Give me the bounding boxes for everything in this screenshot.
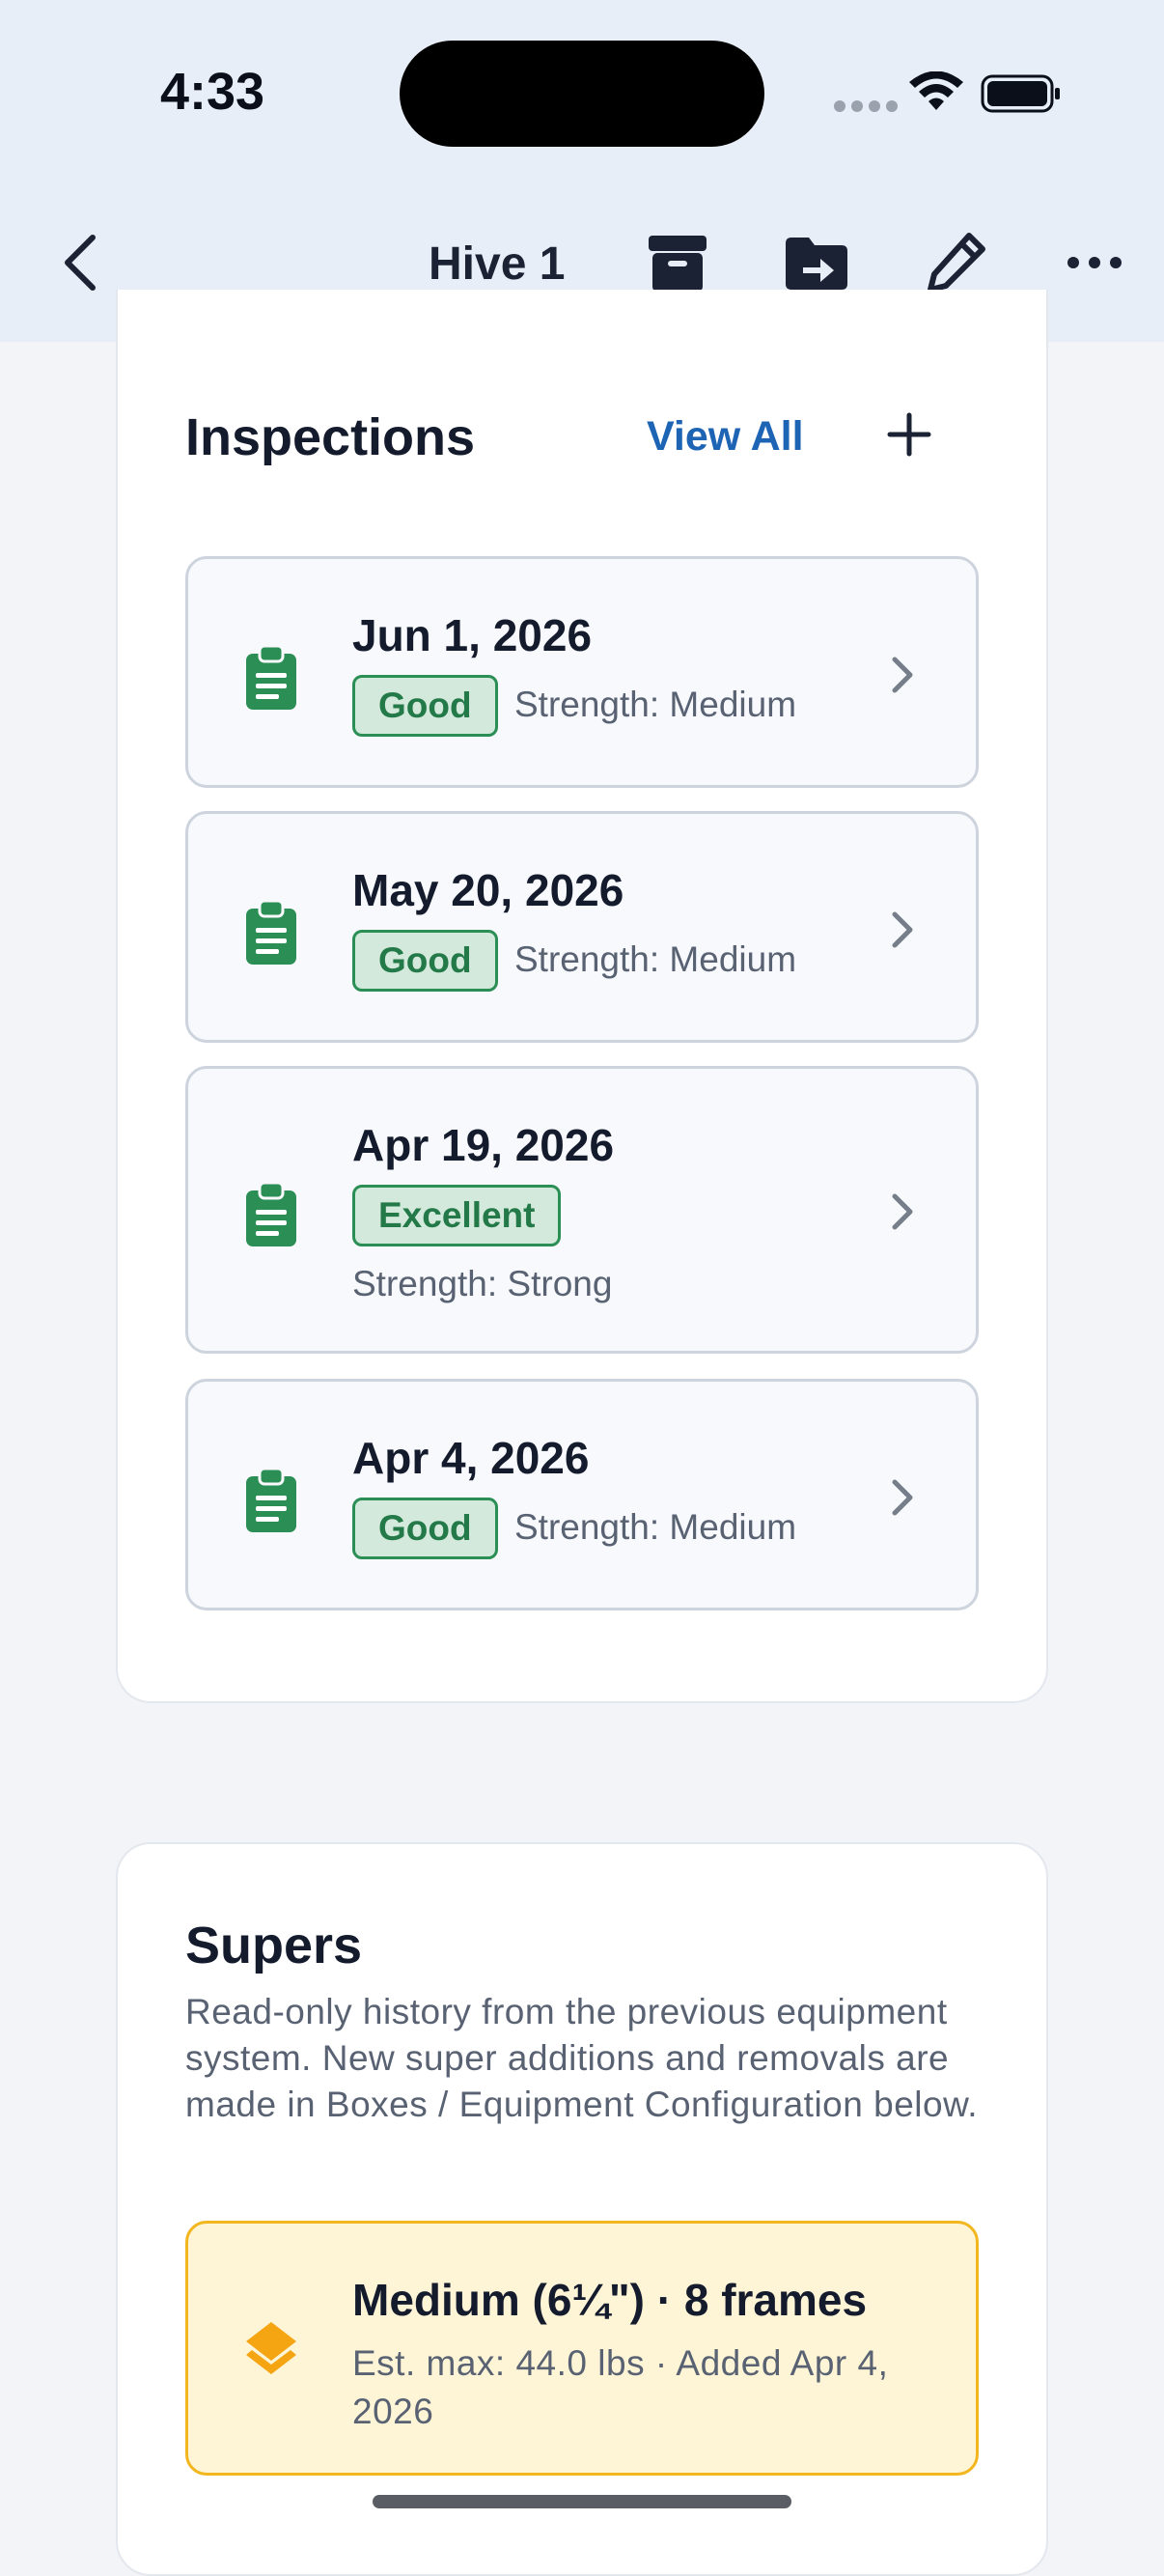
inspection-date: Jun 1, 2026	[352, 610, 593, 660]
clipboard-icon	[246, 1181, 296, 1246]
status-bar: 4:33	[0, 0, 1164, 193]
super-title: Medium (6¼") · 8 frames	[352, 2275, 868, 2325]
clipboard-icon	[246, 899, 296, 965]
inspection-list-item[interactable]: Jun 1, 2026 Good Strength: Medium	[185, 556, 979, 788]
home-indicator	[373, 2495, 791, 2508]
battery-icon	[981, 74, 1060, 113]
archive-icon[interactable]	[643, 228, 712, 297]
folder-move-icon[interactable]	[782, 228, 851, 297]
back-chevron-icon[interactable]	[54, 228, 108, 297]
rating-badge: Good	[352, 675, 498, 737]
more-horizontal-icon[interactable]	[1060, 228, 1129, 297]
strength-text: Strength: Strong	[352, 1264, 613, 1303]
strength-text: Strength: Medium	[514, 939, 797, 979]
chevron-right-icon	[892, 1193, 913, 1230]
add-inspection-plus-icon[interactable]	[880, 406, 938, 463]
clipboard-icon	[246, 1467, 296, 1532]
chevron-right-icon	[892, 1479, 913, 1516]
rating-badge: Excellent	[352, 1185, 562, 1246]
rating-badge: Good	[352, 1498, 498, 1559]
strength-text: Strength: Medium	[514, 1507, 797, 1547]
inspection-list-item[interactable]: Apr 4, 2026 Good Strength: Medium	[185, 1379, 979, 1610]
supers-title: Supers	[185, 1917, 363, 1974]
inspection-list-item[interactable]: May 20, 2026 Good Strength: Medium	[185, 811, 979, 1043]
dynamic-island	[400, 41, 764, 147]
view-all-link[interactable]: View All	[647, 413, 804, 461]
pencil-icon[interactable]	[921, 228, 990, 297]
inspection-date: May 20, 2026	[352, 865, 624, 915]
super-list-item[interactable]: Medium (6¼") · 8 frames Est. max: 44.0 l…	[185, 2221, 979, 2476]
super-meta: Est. max: 44.0 lbs · Added Apr 4, 2026	[352, 2343, 889, 2431]
supers-description: Read-only history from the previous equi…	[185, 1992, 979, 2124]
inspections-title: Inspections	[185, 408, 476, 466]
chevron-right-icon	[892, 911, 913, 948]
clipboard-icon	[246, 644, 296, 710]
inspection-date: Apr 4, 2026	[352, 1433, 590, 1483]
chevron-right-icon	[892, 657, 913, 693]
status-time: 4:33	[160, 63, 265, 121]
strength-text: Strength: Medium	[514, 685, 797, 724]
layers-icon	[246, 2322, 296, 2374]
cellular-signal-icon	[834, 100, 898, 112]
page-title: Hive 1	[429, 238, 566, 290]
rating-badge: Good	[352, 930, 498, 992]
wifi-icon	[909, 71, 963, 110]
inspection-list-item[interactable]: Apr 19, 2026 Excellent Strength: Strong	[185, 1066, 979, 1354]
inspection-date: Apr 19, 2026	[352, 1120, 615, 1170]
